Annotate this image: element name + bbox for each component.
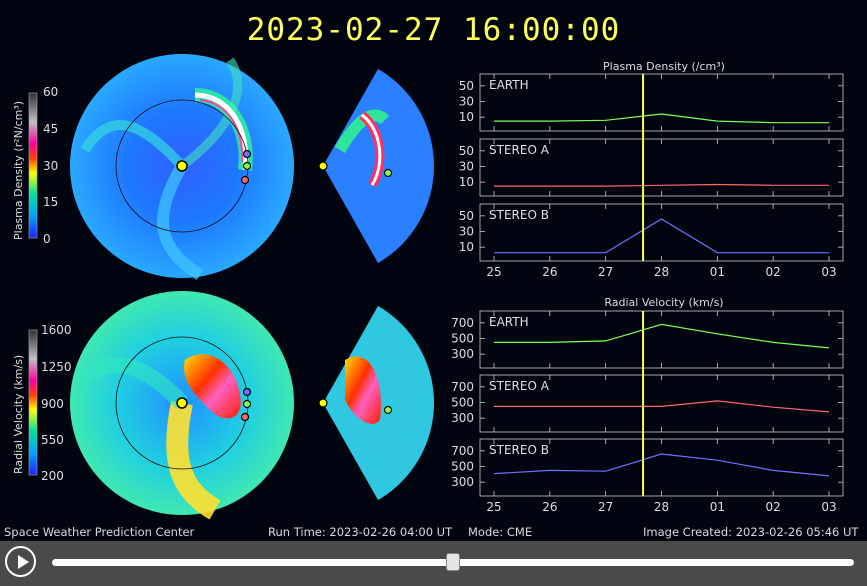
- density-colorbar-tick: 0: [43, 232, 51, 246]
- x-tick-label: 26: [542, 500, 557, 514]
- series-label: STEREO A: [489, 143, 550, 157]
- y-tick-label: 500: [451, 460, 474, 474]
- y-tick-label: 10: [459, 240, 474, 254]
- earth-marker: [242, 161, 252, 171]
- enlil-viewer: 2023-02-27 16:00:00 Plasma Density (r²N/…: [0, 0, 867, 586]
- footer: Space Weather Prediction Center Run Time…: [0, 523, 867, 541]
- y-tick-label: 700: [451, 316, 474, 330]
- x-tick-label: 01: [710, 265, 725, 279]
- series-line: [494, 400, 830, 413]
- velocity-colorbar-tick: 1600: [41, 323, 72, 337]
- y-tick-label: 50: [459, 144, 474, 158]
- y-tick-label: 700: [451, 380, 474, 394]
- y-tick-label: 10: [459, 110, 474, 124]
- stereo-a-marker: [240, 175, 250, 185]
- y-tick-label: 30: [459, 95, 474, 109]
- velocity-meridional-wedge: [318, 306, 435, 500]
- density-colorbar-tick: 60: [43, 85, 58, 99]
- velocity-colorbar-tick: 200: [41, 469, 64, 483]
- density-colorbar-tick: 45: [43, 122, 58, 136]
- timeseries-frame: [479, 310, 844, 369]
- y-tick-label: 50: [459, 209, 474, 223]
- series-label: STEREO B: [489, 443, 549, 457]
- density-colorbar-label: Plasma Density (r²N/cm³): [12, 101, 25, 240]
- density-meridional-wedge: [318, 69, 435, 263]
- velocity-timeseries-panel: Radial Velocity (km/s) EARTH700500300STE…: [451, 296, 844, 514]
- y-tick-label: 700: [451, 444, 474, 458]
- series-line: [494, 218, 829, 254]
- timeline-slider-thumb[interactable]: [446, 553, 460, 571]
- y-tick-label: 300: [451, 347, 474, 361]
- density-colorbar: Plasma Density (r²N/cm³) 60 45 30 15 0: [12, 85, 58, 246]
- x-tick-label: 25: [486, 265, 501, 279]
- y-tick-label: 10: [459, 175, 474, 189]
- velocity-colorbar-label: Radial Velocity (km/s): [12, 355, 25, 474]
- y-tick-label: 500: [451, 332, 474, 346]
- velocity-colorbar-tick: 1250: [41, 360, 72, 374]
- x-tick-label: 28: [654, 265, 669, 279]
- footer-org: Space Weather Prediction Center: [4, 525, 195, 539]
- series-line: [493, 453, 830, 477]
- play-button[interactable]: [5, 546, 36, 577]
- y-tick-label: 300: [451, 411, 474, 425]
- footer-run-time: Run Time: 2023-02-26 04:00 UT: [268, 525, 453, 539]
- density-colorbar-tick: 30: [43, 159, 58, 173]
- series-line: [494, 323, 830, 349]
- main-figure: Plasma Density (r²N/cm³) 60 45 30 15 0 R…: [12, 54, 844, 520]
- density-colorbar-tick: 15: [43, 195, 58, 209]
- stereo-b-marker: [242, 149, 252, 159]
- y-tick-label: 30: [459, 160, 474, 174]
- y-tick-label: 30: [459, 225, 474, 239]
- y-tick-label: 50: [459, 79, 474, 93]
- series-label: EARTH: [489, 78, 529, 92]
- density-panel-title: Plasma Density (/cm³): [603, 60, 725, 73]
- x-tick-label: 02: [766, 500, 781, 514]
- x-tick-label: 27: [598, 265, 613, 279]
- velocity-colorbar-tick: 550: [41, 433, 64, 447]
- velocity-colorbar: Radial Velocity (km/s) 1600 1250 900 550…: [12, 323, 72, 483]
- density-timeseries-panel: Plasma Density (/cm³) EARTH503010STEREO …: [459, 60, 844, 279]
- x-tick-label: 03: [821, 500, 836, 514]
- density-ecliptic-disk: [70, 54, 294, 281]
- series-line: [494, 113, 829, 124]
- series-label: STEREO A: [489, 379, 550, 393]
- x-tick-label: 02: [766, 265, 781, 279]
- x-tick-label: 01: [710, 500, 725, 514]
- velocity-colorbar-tick: 900: [41, 397, 64, 411]
- y-tick-label: 500: [451, 396, 474, 410]
- x-tick-label: 27: [598, 500, 613, 514]
- velocity-ecliptic-disk: [70, 291, 294, 520]
- x-tick-label: 28: [654, 500, 669, 514]
- player-controls: [0, 541, 867, 586]
- series-line: [494, 183, 829, 187]
- x-tick-label: 03: [821, 265, 836, 279]
- x-tick-label: 25: [486, 500, 501, 514]
- series-label: EARTH: [489, 315, 529, 329]
- x-tick-label: 26: [542, 265, 557, 279]
- footer-created: Image Created: 2023-02-26 05:46 UT: [643, 525, 859, 539]
- footer-mode: Mode: CME: [468, 525, 533, 539]
- series-label: STEREO B: [489, 208, 549, 222]
- sun-marker: [176, 160, 188, 172]
- y-tick-label: 300: [451, 475, 474, 489]
- velocity-panel-title: Radial Velocity (km/s): [604, 296, 723, 309]
